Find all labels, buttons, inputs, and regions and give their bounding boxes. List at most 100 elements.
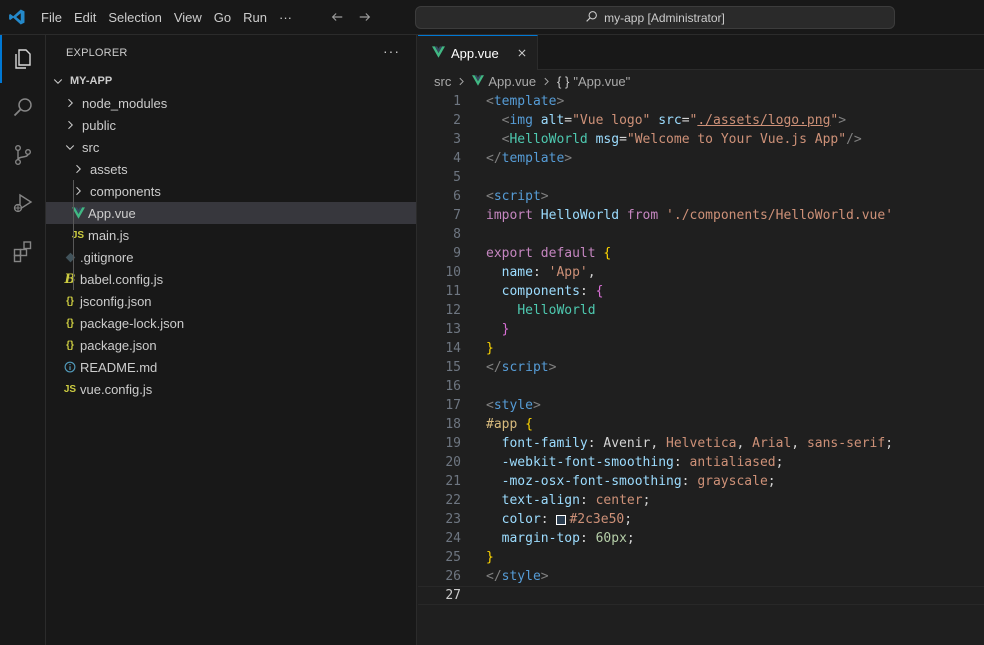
line-number: 9: [453, 246, 461, 261]
line-number: 5: [453, 170, 461, 185]
tree-item-label: package.json: [80, 337, 157, 353]
breadcrumb-symbol[interactable]: "App.vue": [573, 74, 630, 89]
indent-guide: [73, 180, 74, 290]
line-number: 19: [445, 436, 461, 451]
code-line: 19 font-family: Avenir, Helvetica, Arial…: [418, 434, 984, 453]
tree-item-src[interactable]: src: [46, 136, 416, 158]
menu-view[interactable]: View: [168, 0, 208, 34]
tree-item-label: vue.config.js: [80, 381, 153, 397]
line-number: 22: [445, 493, 461, 508]
tree-item-label: components: [90, 183, 161, 199]
code-line: 17 <style>: [418, 396, 984, 415]
color-swatch[interactable]: [556, 514, 567, 525]
tree-item-jsconfig[interactable]: {} jsconfig.json: [46, 290, 416, 312]
code-text: HelloWorld: [517, 303, 596, 318]
info-icon: [62, 359, 78, 375]
explorer-title: EXPLORER: [66, 46, 128, 59]
git-file-icon: [62, 249, 78, 265]
code-line: 7 import HelloWorld from './components/He…: [418, 206, 984, 225]
code-text: }: [486, 341, 494, 356]
tree-item-public[interactable]: public: [46, 114, 416, 136]
menu-bar: File Edit Selection View Go Run ···: [34, 0, 298, 34]
chevron-right-icon: [457, 74, 466, 89]
tree-item-readme[interactable]: README.md: [46, 356, 416, 378]
code-text: <template>: [486, 94, 565, 109]
command-center-search[interactable]: my-app [Administrator]: [415, 6, 895, 29]
line-number: 6: [453, 189, 461, 204]
code-line: 1 <template>: [418, 92, 984, 111]
run-debug-icon[interactable]: [0, 179, 46, 227]
menu-selection[interactable]: Selection: [102, 0, 167, 34]
code-line: 10 name: 'App',: [418, 263, 984, 282]
tree-item-label: .gitignore: [80, 249, 134, 265]
tree-item-package-lock[interactable]: {} package-lock.json: [46, 312, 416, 334]
menu-file[interactable]: File: [34, 0, 68, 34]
extensions-icon[interactable]: [0, 227, 46, 275]
tree-item-assets[interactable]: assets: [46, 158, 416, 180]
project-section[interactable]: MY-APP: [46, 70, 416, 92]
chevron-down-icon: [62, 139, 78, 155]
chevron-right-icon: [542, 74, 551, 89]
code-text: -webkit-font-smoothing: antialiased;: [501, 455, 784, 470]
explorer-more-button[interactable]: ···: [383, 43, 400, 59]
tab-bar: App.vue: [418, 35, 984, 70]
menu-more-button[interactable]: ···: [273, 0, 298, 34]
search-icon[interactable]: [0, 83, 46, 131]
line-number: 1: [453, 94, 461, 109]
code-line: 12 HelloWorld: [418, 301, 984, 320]
code-line: 15 </script>: [418, 358, 984, 377]
tree-item-components[interactable]: components: [46, 180, 416, 202]
tree-item-babel-config[interactable]: B babel.config.js: [46, 268, 416, 290]
vscode-logo-icon: [0, 0, 34, 35]
back-arrow-icon[interactable]: [326, 6, 348, 28]
code-editor[interactable]: 1 <template> 2 <img alt="Vue logo" src=".…: [418, 92, 984, 605]
code-line: 26 </style>: [418, 567, 984, 586]
forward-arrow-icon[interactable]: [354, 6, 376, 28]
tree-item-vue-config[interactable]: JS vue.config.js: [46, 378, 416, 400]
tree-item-package-json[interactable]: {} package.json: [46, 334, 416, 356]
command-center-label: my-app [Administrator]: [604, 10, 725, 25]
tree-item-main-js[interactable]: JS main.js: [46, 224, 416, 246]
explorer-sidebar: EXPLORER ··· MY-APP node_modules public …: [46, 35, 417, 645]
vue-file-icon: [432, 45, 445, 61]
code-line: 24 margin-top: 60px;: [418, 529, 984, 548]
line-number: 7: [453, 208, 461, 223]
source-control-icon[interactable]: [0, 131, 46, 179]
line-number: 25: [445, 550, 461, 565]
close-icon[interactable]: [517, 45, 527, 61]
code-line: 25}: [418, 548, 984, 567]
code-line: 16: [418, 377, 984, 396]
tree-item-app-vue[interactable]: App.vue: [46, 202, 416, 224]
tree-item-gitignore[interactable]: .gitignore: [46, 246, 416, 268]
tab-app-vue[interactable]: App.vue: [418, 35, 538, 70]
code-line: 3 <HelloWorld msg="Welcome to Your Vue.j…: [418, 130, 984, 149]
code-text: <img alt="Vue logo" src="./assets/logo.p…: [501, 113, 847, 128]
breadcrumb-file[interactable]: App.vue: [488, 74, 536, 89]
menu-run[interactable]: Run: [237, 0, 273, 34]
tree-item-label: main.js: [88, 227, 130, 243]
code-line: 14}: [418, 339, 984, 358]
line-number: 27: [445, 588, 461, 603]
code-text: name: 'App',: [501, 265, 596, 280]
code-text: color: #2c3e50;: [501, 512, 633, 527]
menu-go[interactable]: Go: [208, 0, 237, 34]
code-line: 4 </template>: [418, 149, 984, 168]
code-line: 9 export default {: [418, 244, 984, 263]
line-number: 14: [445, 341, 461, 356]
menu-edit[interactable]: Edit: [68, 0, 102, 34]
code-text: <HelloWorld msg="Welcome to Your Vue.js …: [501, 132, 862, 147]
code-text: text-align: center;: [501, 493, 651, 508]
line-number: 4: [453, 151, 461, 166]
code-line: 23 color: #2c3e50;: [418, 510, 984, 529]
line-number: 26: [445, 569, 461, 584]
line-number: 13: [445, 322, 461, 337]
code-line: 22 text-align: center;: [418, 491, 984, 510]
breadcrumb-src[interactable]: src: [434, 74, 451, 89]
code-text: </script>: [486, 360, 557, 375]
project-name: MY-APP: [70, 75, 113, 87]
explorer-icon[interactable]: [0, 35, 46, 83]
line-number: 12: [445, 303, 461, 318]
tree-item-node-modules[interactable]: node_modules: [46, 92, 416, 114]
tree-item-label: public: [82, 117, 116, 133]
js-file-icon: JS: [63, 383, 77, 395]
